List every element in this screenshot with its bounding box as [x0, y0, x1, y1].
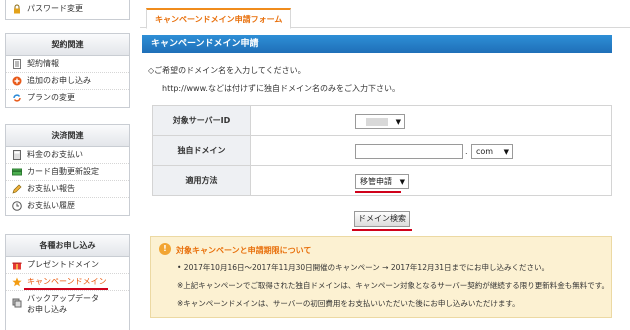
domain-search-button[interactable]: ドメイン検索 — [354, 211, 410, 227]
sidebar-item-label: バックアップデータ — [27, 294, 99, 303]
sidebar-item-label: パスワード変更 — [27, 4, 83, 13]
campaign-notice: ! 対象キャンペーンと申請期限について • 2017年10月16日〜2017年1… — [150, 236, 612, 318]
sidebar-item-label: お支払い報告 — [27, 184, 75, 193]
sidebar-item-label: 料金のお支払い — [27, 150, 83, 159]
notice-note: ※上記キャンペーンでご取得された独自ドメインは、キャンペーン対象となるサーバー契… — [177, 281, 609, 290]
highlight-underline — [352, 229, 412, 231]
method-value: 移管申請 — [360, 177, 392, 186]
masked-value — [366, 118, 388, 126]
sidebar-item-label: カード自動更新設定 — [27, 167, 99, 176]
server-id-cell: ▼ — [250, 105, 612, 136]
sidebar-item-plan-change[interactable]: プランの変更 — [6, 90, 129, 107]
sidebar-item-password-change[interactable]: パスワード変更 — [6, 0, 129, 19]
sidebar-item-additional-order[interactable]: 追加のお申し込み — [6, 73, 129, 90]
application-form: 対象サーバーID ▼ 独自ドメイン . com ▼ 適用方法 移管申請 ▼ — [152, 105, 612, 196]
sidebar-item-payment[interactable]: 料金のお支払い — [6, 147, 129, 164]
lock-icon — [14, 4, 20, 14]
tab-bar: キャンペーンドメイン申請フォーム — [140, 8, 630, 29]
refresh-icon — [13, 94, 21, 102]
domain-name-input[interactable] — [355, 144, 463, 159]
sidebar-item-card-auto-renew[interactable]: カード自動更新設定 — [6, 164, 129, 181]
sidebar-item-label: お支払い履歴 — [27, 201, 75, 210]
sidebar-item-label: 追加のお申し込み — [27, 76, 91, 85]
server-id-select[interactable]: ▼ — [355, 114, 405, 129]
document-icon — [13, 59, 21, 69]
instruction-note: http://www.などは付けずに独自ドメイン名のみをご入力下さい。 — [162, 84, 400, 93]
main-content: キャンペーンドメイン申請フォーム キャンペーンドメイン申請 ◇ご希望のドメイン名… — [140, 0, 630, 330]
sidebar-account-box: パスワード変更 — [5, 0, 130, 20]
sidebar-item-label: プレゼントドメイン — [27, 260, 99, 269]
form-row-domain: 独自ドメイン . com ▼ — [152, 135, 612, 166]
notice-title: 対象キャンペーンと申請期限について — [176, 246, 312, 255]
clock-icon — [12, 201, 22, 211]
domain-dot: . — [465, 147, 468, 156]
method-select[interactable]: 移管申請 ▼ — [355, 174, 409, 189]
method-label: 適用方法 — [152, 165, 251, 196]
sidebar-item-label-line2: お申し込み — [27, 305, 67, 314]
backup-icon — [12, 298, 22, 308]
sidebar-item-payment-report[interactable]: お支払い報告 — [6, 181, 129, 198]
form-row-server: 対象サーバーID ▼ — [152, 105, 612, 136]
notice-bullet: • 2017年10月16日〜2017年11月30日開催のキャンペーン → 201… — [177, 263, 550, 272]
sidebar-item-label: 契約情報 — [27, 59, 59, 68]
instruction-text: ◇ご希望のドメイン名を入力してください。 — [148, 66, 306, 75]
chevron-down-icon: ▼ — [399, 178, 405, 186]
form-row-method: 適用方法 移管申請 ▼ — [152, 165, 612, 196]
add-icon — [12, 76, 22, 86]
sidebar-item-label: キャンペーンドメイン — [27, 277, 107, 286]
tld-select[interactable]: com ▼ — [471, 144, 513, 159]
server-id-label: 対象サーバーID — [152, 105, 251, 136]
sidebar-item-contract-info[interactable]: 契約情報 — [6, 56, 129, 73]
warning-icon: ! — [159, 243, 171, 255]
calculator-icon — [13, 150, 21, 160]
page-title: キャンペーンドメイン申請 — [142, 35, 612, 53]
highlight-underline — [24, 288, 108, 290]
chevron-down-icon: ▼ — [503, 148, 509, 156]
sidebar: パスワード変更 契約関連 契約情報 追加のお申し込み プランの変更 決済関連 料… — [0, 0, 132, 330]
star-icon — [12, 277, 22, 287]
tld-value: com — [476, 147, 494, 156]
sidebar-section-title: 決済関連 — [6, 125, 129, 147]
domain-cell: . com ▼ — [250, 135, 612, 166]
sidebar-section-title: 契約関連 — [6, 34, 129, 56]
sidebar-item-campaign-domain[interactable]: キャンペーンドメイン — [6, 274, 129, 291]
pencil-icon — [12, 184, 22, 194]
gift-icon — [12, 262, 22, 270]
method-cell: 移管申請 ▼ — [250, 165, 612, 196]
notice-note: ※キャンペーンドメインは、サーバーの初回費用をお支払いいただいた後にお申し込みい… — [177, 299, 520, 308]
sidebar-apply-box: 各種お申し込み プレゼントドメイン キャンペーンドメイン バックアップデータ お… — [5, 234, 130, 330]
sidebar-contract-box: 契約関連 契約情報 追加のお申し込み プランの変更 — [5, 33, 130, 108]
card-icon — [12, 168, 22, 176]
sidebar-section-title: 各種お申し込み — [6, 235, 129, 257]
highlight-underline — [355, 191, 401, 193]
sidebar-item-label: プランの変更 — [27, 93, 75, 102]
sidebar-item-backup-order[interactable]: バックアップデータ お申し込み — [6, 291, 129, 317]
sidebar-item-payment-history[interactable]: お支払い履歴 — [6, 198, 129, 215]
tab-campaign-domain-form[interactable]: キャンペーンドメイン申請フォーム — [146, 8, 292, 29]
chevron-down-icon: ▼ — [395, 118, 401, 126]
sidebar-item-present-domain[interactable]: プレゼントドメイン — [6, 257, 129, 274]
domain-label: 独自ドメイン — [152, 135, 251, 166]
sidebar-payment-box: 決済関連 料金のお支払い カード自動更新設定 お支払い報告 お支払い履歴 — [5, 124, 130, 216]
